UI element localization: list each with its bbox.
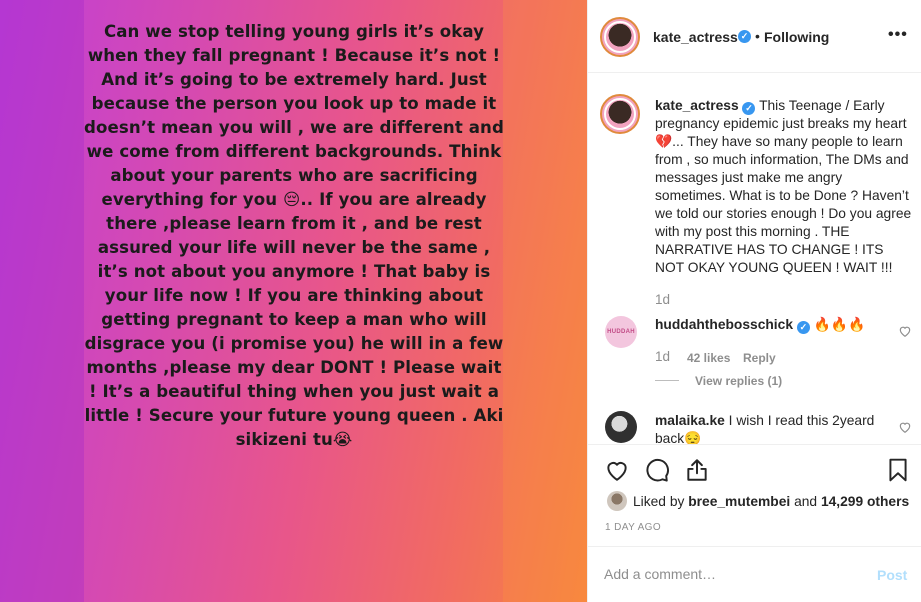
comment-text: malaika.ke I wish I read this 2yeard bac… [655,412,885,444]
action-bar [588,444,921,496]
caption-username[interactable]: kate_actress [655,98,739,113]
comment-body: 🔥🔥🔥 [813,317,866,332]
verified-badge-icon: ✓ [738,30,751,43]
liker-username[interactable]: bree_mutembei [688,494,790,509]
liker-avatar[interactable] [607,491,627,511]
following-button[interactable]: Following [764,29,829,45]
comment-like-heart-icon[interactable] [898,420,912,434]
post-media[interactable]: Can we stop telling young girls it’s oka… [0,0,587,602]
caption-body: This Teenage / Early pregnancy epidemic … [655,98,912,275]
share-icon[interactable] [684,457,710,483]
more-options-icon[interactable]: ••• [888,26,908,44]
comment-username[interactable]: malaika.ke [655,413,725,428]
media-right-frame [503,0,587,602]
post-side-panel: kate_actress ✓ • Following ••• kate_actr… [587,0,921,602]
header-username[interactable]: kate_actress [653,29,738,45]
post-date[interactable]: 1 DAY AGO [605,522,661,533]
comment-like-heart-icon[interactable] [898,324,912,338]
likes-others-link[interactable]: 14,299 others [821,494,909,509]
verified-badge-icon: ✓ [742,102,756,115]
comment-avatar[interactable]: HUDDAH [605,316,637,348]
post-header: kate_actress ✓ • Following ••• [588,0,921,73]
bookmark-icon[interactable] [885,457,911,483]
comment-bar: Post [588,546,921,602]
comment-icon[interactable] [644,457,670,483]
likes-prefix: Liked by [633,494,685,509]
header-avatar[interactable] [600,17,640,57]
caption-timestamp[interactable]: 1d [655,292,670,307]
story-text: Can we stop telling young girls it’s oka… [84,22,504,449]
caption-avatar[interactable] [600,94,640,134]
comment-reply-button[interactable]: Reply [743,351,776,365]
comment-input[interactable] [604,566,854,582]
post-comment-button[interactable]: Post [877,567,907,583]
replies-divider [655,380,679,381]
comment-username[interactable]: huddahthebosschick [655,317,793,332]
header-separator: • [755,28,760,44]
media-left-frame [0,0,84,602]
caption-text: kate_actress ✓ This Teenage / Early preg… [655,97,915,277]
comment-likes[interactable]: 42 likes [687,351,730,365]
comment-timestamp[interactable]: 1d [655,349,670,364]
likes-conjunction: and [794,494,818,509]
likes-summary: Liked by bree_mutembei and 14,299 others [633,494,909,509]
view-replies-button[interactable]: View replies (1) [695,374,782,388]
verified-badge-icon: ✓ [796,321,810,334]
comment-avatar[interactable] [605,411,637,443]
comment-text: huddahthebosschick ✓ 🔥🔥🔥 [655,316,885,334]
heart-icon[interactable] [604,457,630,483]
